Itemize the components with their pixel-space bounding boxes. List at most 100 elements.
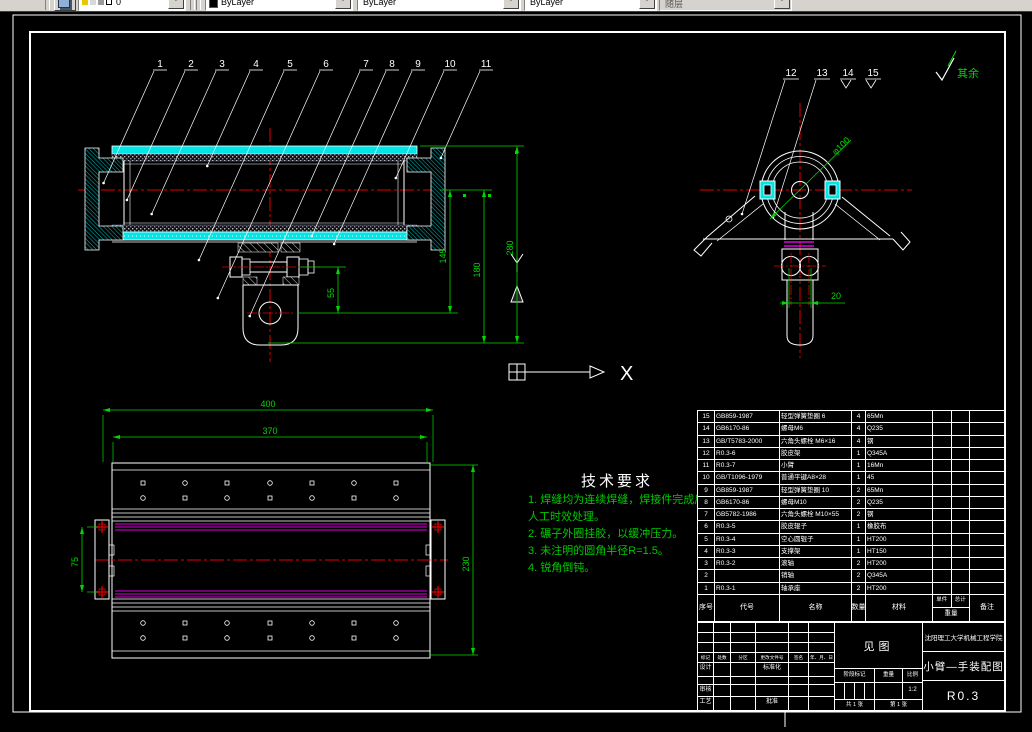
hole-circle: [309, 495, 315, 501]
stage-cell: [855, 683, 864, 699]
plotstyle-value: 随层: [665, 0, 684, 9]
tech-title: 技术要求: [581, 473, 653, 490]
title-block-empty-cell: [809, 685, 834, 696]
dim-label: 370: [262, 426, 277, 436]
bom-cell-total: [952, 447, 969, 460]
bom-cell-material: 65Mn: [866, 484, 932, 496]
title-block-empty-cell: [714, 677, 730, 684]
dia-label: φ100: [830, 135, 852, 157]
bom-cell-unit: [933, 484, 951, 496]
plotstyle-combo: 随层 ▼: [659, 0, 792, 11]
scale-label: 比例: [903, 669, 922, 682]
tech-line: 3. 未注明的圆角半径R=1.5。: [528, 543, 669, 557]
hole-square: [351, 495, 357, 501]
bom-cell-name: 空心圆辊子: [780, 533, 851, 545]
hole-square: [182, 620, 188, 626]
dim-arrow: [515, 336, 519, 343]
hole-square: [267, 495, 273, 501]
bom-table: 15 GB859-1987 轻型弹簧垫圈 6 4 65Mn 14 GB6170-86 螺母M6…: [697, 410, 1005, 622]
bom-cell-seq: 5: [698, 533, 714, 545]
bom-header-qty: 数量: [852, 594, 865, 621]
dim-arrow: [482, 190, 486, 197]
bom-cell-total: [952, 435, 969, 447]
hole-square: [351, 620, 357, 626]
color-value: ByLayer: [221, 0, 255, 7]
layer-dropdown-arrow[interactable]: ▼: [168, 0, 184, 9]
title-block-middle: 见图 阶段标记 重量 比例 1:2 共 1 张 第 1 张: [834, 623, 922, 710]
dim-arrow: [471, 648, 475, 655]
title-block-empty-cell: [731, 623, 755, 632]
dim-arrow: [515, 146, 519, 153]
title-block-empty-cell: [789, 643, 808, 652]
layer-combo[interactable]: 0 ▼: [78, 0, 186, 11]
tech-line: 2. 碾子外圈挂胶，以缓冲压力。: [528, 526, 683, 540]
linetype-combo[interactable]: ByLayer ▼: [357, 0, 521, 11]
bom-cell-material: HT200: [866, 582, 932, 594]
front-view: 其余 12 13 14 15: [693, 50, 979, 358]
callout-leader-dot: [332, 242, 336, 246]
bom-cell-name: 滚轴: [780, 558, 851, 570]
grip: [488, 194, 491, 197]
callout-number: 13: [816, 68, 828, 79]
dim-label: 180: [472, 262, 482, 277]
bearing-left-inner: [763, 184, 772, 196]
layer-properties-button[interactable]: [54, 0, 76, 11]
toolbar-divider: [45, 0, 50, 10]
mount-hatch: [280, 242, 301, 253]
callout-leader-dot: [394, 176, 398, 180]
color-dropdown-arrow[interactable]: ▼: [335, 0, 351, 9]
lineweight-dropdown-arrow[interactable]: ▼: [639, 0, 655, 9]
title-block-empty-cell: [714, 685, 730, 696]
callout-number: 2: [188, 59, 194, 70]
callout-number: 10: [444, 59, 456, 70]
callout-number: 7: [363, 59, 369, 70]
grip: [463, 194, 466, 197]
lineweight-combo[interactable]: ByLayer ▼: [524, 0, 657, 11]
callout-leader-dot: [439, 156, 443, 160]
bom-cell-total: [952, 533, 969, 545]
callout-number: 8: [389, 59, 395, 70]
bom-cell-total: [952, 484, 969, 496]
bom-cell-name: 轻型弹簧垫圈 6: [780, 411, 851, 423]
hole-square: [224, 480, 230, 486]
clevis-flange: [282, 276, 300, 286]
material-note: 见图: [835, 623, 922, 668]
bom-cell-unit: [933, 496, 951, 509]
bom-header-unit: 单件: [933, 594, 952, 608]
fork-leg-right: [841, 196, 891, 237]
hole-circle: [224, 635, 230, 641]
dim-label: 20: [831, 291, 841, 301]
hole-circle: [309, 620, 315, 626]
bom-cell-qty: 2: [852, 484, 865, 496]
bom-cell-qty: 1: [852, 460, 865, 472]
bom-cell-code: R0.3-7: [715, 460, 779, 472]
bom-cell-code: R0.3-4: [715, 533, 779, 545]
dim-arrow: [80, 527, 84, 534]
linetype-dropdown-arrow[interactable]: ▼: [503, 0, 519, 9]
bom-cell-total: [952, 545, 969, 558]
title-block-empty-cell: [731, 685, 755, 696]
color-combo[interactable]: ByLayer ▼: [205, 0, 353, 11]
bom-cell-seq: 1: [698, 582, 714, 594]
callout-number: 12: [785, 68, 797, 79]
bom-cell-material: HT150: [866, 545, 932, 558]
section-view: 1 2 3 4 5 6 7 8 9 10 11: [78, 59, 524, 362]
title-block-revision-grid: 标记 处数 分区 更改文件号 签名 年、月、日 设计 标准化 审核 工艺 批准: [698, 623, 834, 710]
stage-label: 阶段标记: [835, 669, 874, 682]
bom-cell-remark: [970, 496, 1004, 509]
title-block-empty-cell: [756, 685, 788, 696]
bom-cell-material: 橡胶布: [866, 521, 932, 533]
bom-cell-name: 小臂: [780, 460, 851, 472]
bom-cell-qty: 2: [852, 570, 865, 582]
bom-cell-seq: 11: [698, 460, 714, 472]
bom-cell-name: 胶皮辊子: [780, 521, 851, 533]
title-block-empty-cell: [789, 697, 808, 710]
title-block-empty-cell: [809, 633, 834, 642]
bearing-right-inner: [828, 184, 837, 196]
title-block-empty-cell: [809, 623, 834, 632]
dim-label: 400: [260, 399, 275, 409]
bom-cell-name: 销轴: [780, 570, 851, 582]
bom-cell-unit: [933, 582, 951, 594]
bom-cell-remark: [970, 460, 1004, 472]
callout-leader: [126, 70, 186, 201]
